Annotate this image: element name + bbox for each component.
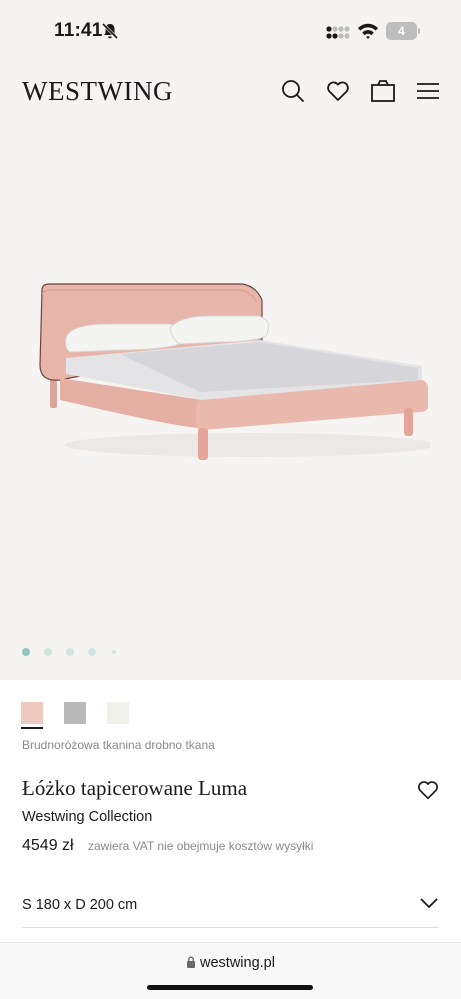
pagination-dot[interactable]: [66, 648, 74, 656]
home-indicator: [147, 985, 313, 990]
wifi-icon: [358, 23, 378, 39]
lock-icon: [187, 956, 196, 968]
battery-tip: [418, 28, 420, 34]
pagination-dot[interactable]: [22, 648, 30, 656]
search-icon[interactable]: [280, 78, 306, 104]
pagination-dot[interactable]: [88, 648, 96, 656]
bell-off-icon: [101, 22, 119, 40]
browser-address-bar[interactable]: westwing.pl: [0, 942, 461, 999]
battery-icon: 4: [386, 22, 420, 40]
brand-name[interactable]: Westwing Collection: [22, 809, 152, 825]
url-display[interactable]: westwing.pl: [0, 955, 461, 971]
cellular-icon: [326, 26, 350, 39]
grey-swatch[interactable]: [64, 702, 86, 724]
pagination-dot[interactable]: [44, 648, 52, 656]
url-text: westwing.pl: [200, 955, 275, 971]
menu-icon[interactable]: [415, 78, 441, 104]
heart-icon[interactable]: [325, 78, 351, 104]
bed-image: [39, 283, 430, 460]
price-note: zawiera VAT nie obejmuje kosztów wysyłki: [88, 839, 314, 853]
size-selector[interactable]: S 180 x D 200 cm: [22, 884, 439, 928]
westwing-logo[interactable]: WESTWING: [22, 76, 173, 107]
status-bar: 11:41 4: [0, 0, 461, 62]
size-value: S 180 x D 200 cm: [22, 897, 138, 913]
price: 4549 zł: [22, 837, 74, 854]
site-header: WESTWING: [0, 62, 461, 120]
status-time: 11:41: [54, 20, 103, 41]
color-name: Brudnoróżowa tkanina drobno tkana: [22, 738, 215, 752]
product-gallery[interactable]: [0, 120, 461, 680]
product-title: Łóżko tapicerowane Luma: [22, 776, 248, 800]
wishlist-heart-icon[interactable]: [416, 778, 440, 802]
chevron-down-icon: [420, 898, 438, 909]
white-swatch[interactable]: [107, 702, 129, 724]
battery-level: 4: [386, 22, 417, 40]
bag-icon[interactable]: [370, 78, 396, 104]
pink-swatch[interactable]: [21, 702, 43, 724]
selected-swatch-indicator: [21, 727, 43, 729]
pagination-dot[interactable]: [112, 650, 116, 654]
